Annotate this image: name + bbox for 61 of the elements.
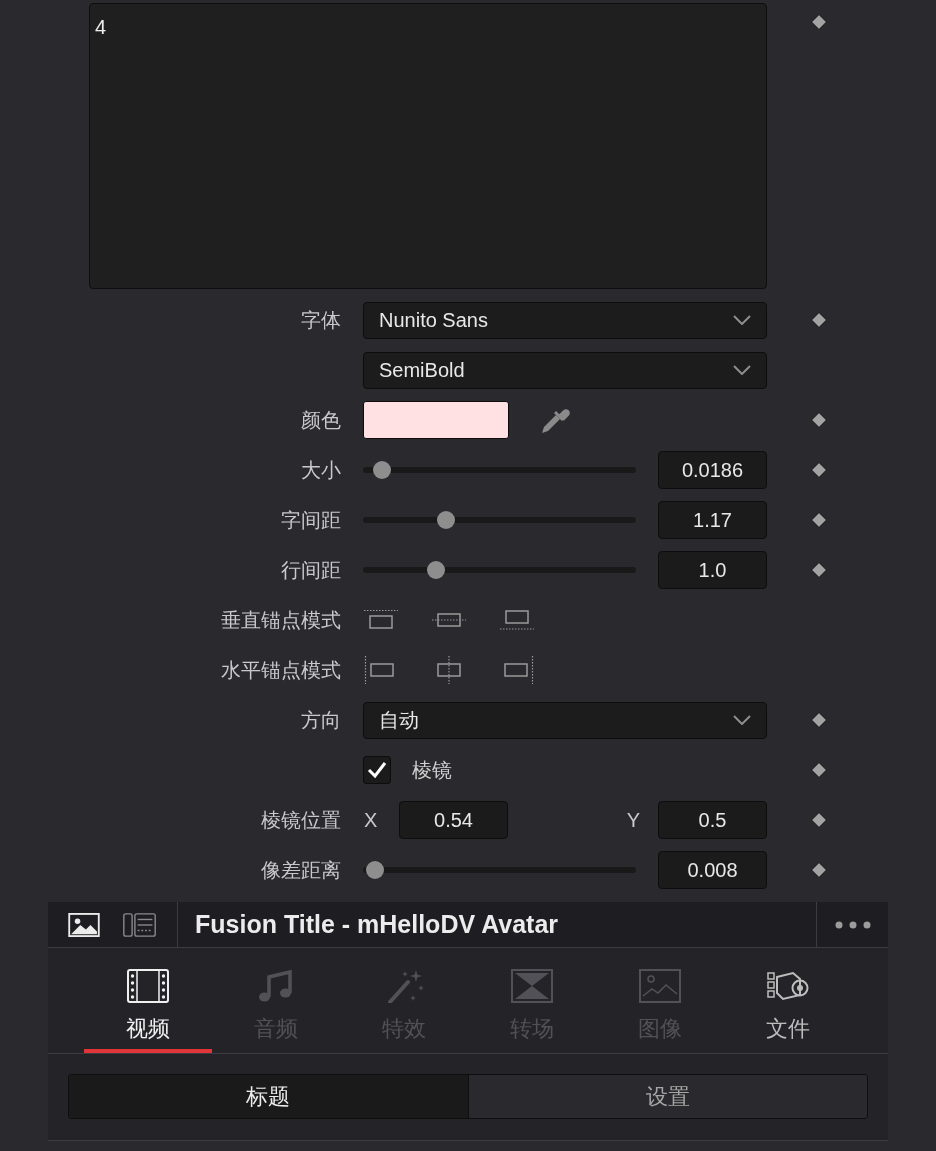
axis-label: Y [626,808,640,833]
keyframe-diamond-icon[interactable] [810,411,828,429]
slider-track[interactable] [363,561,636,579]
checkmark-icon [367,761,387,779]
anchor-bottom-icon[interactable] [500,609,534,631]
color-swatch[interactable] [363,401,509,439]
axis-label: X [363,808,379,833]
checkbox-label: 棱镜 [412,758,452,783]
segment-tab[interactable]: 设置 [467,1075,867,1118]
picture-icon [639,969,681,1003]
property-label: 字间距 [281,508,341,533]
slider-thumb[interactable] [373,461,392,479]
text-input-area[interactable]: 4 [89,3,767,289]
property-label: 颜色 [301,408,341,433]
chevron-down-icon [733,315,751,325]
segment-tab[interactable]: 标题 [69,1075,468,1118]
keyframe-diamond-icon[interactable] [810,761,828,779]
value-field[interactable]: 0.54 [399,801,508,839]
film-camera-icon [767,969,809,1003]
image-icon[interactable] [68,912,100,937]
anchor-top-icon[interactable] [364,609,398,631]
dropdown[interactable]: Nunito Sans [363,301,767,339]
keyframe-diamond-icon[interactable] [810,13,828,31]
chevron-down-icon [733,365,751,375]
property-label: 大小 [301,458,341,483]
checkbox[interactable] [363,756,391,784]
panel-layout-icon[interactable] [122,912,157,937]
keyframe-diamond-icon[interactable] [810,561,828,579]
keyframe-diamond-icon[interactable] [810,711,828,729]
value-field[interactable]: 1.0 [658,551,767,589]
slider-track[interactable] [363,861,636,879]
dropdown[interactable]: 自动 [363,701,767,739]
keyframe-diamond-icon[interactable] [810,311,828,329]
film-strip-icon [127,969,169,1003]
slider-track[interactable] [363,511,636,529]
value-field[interactable]: 0.0186 [658,451,767,489]
slider-thumb[interactable] [365,861,384,879]
property-label: 棱镜位置 [261,808,341,833]
media-tab[interactable]: 视频 [84,948,212,1053]
slider-track[interactable] [363,461,636,479]
value-field[interactable]: 0.5 [658,801,767,839]
keyframe-diamond-icon[interactable] [810,511,828,529]
property-label: 行间距 [281,558,341,583]
property-label: 字体 [301,308,341,333]
slider-thumb[interactable] [436,511,455,529]
property-label: 水平锚点模式 [221,658,341,683]
dropdown[interactable]: SemiBold [363,351,767,389]
clip-title: Fusion Title - mHelloDV Avatar [195,908,559,940]
property-label: 像差距离 [261,858,341,883]
more-icon[interactable] [834,920,871,929]
media-tab[interactable]: 文件 [724,948,852,1053]
hourglass-frame-icon [511,969,553,1003]
property-label: 垂直锚点模式 [221,608,341,633]
keyframe-diamond-icon[interactable] [810,811,828,829]
keyframe-diamond-icon[interactable] [810,861,828,879]
value-field[interactable]: 0.008 [658,851,767,889]
slider-thumb[interactable] [426,561,445,579]
chevron-down-icon [733,715,751,725]
value-field[interactable]: 1.17 [658,501,767,539]
property-label: 方向 [301,708,341,733]
keyframe-diamond-icon[interactable] [810,461,828,479]
